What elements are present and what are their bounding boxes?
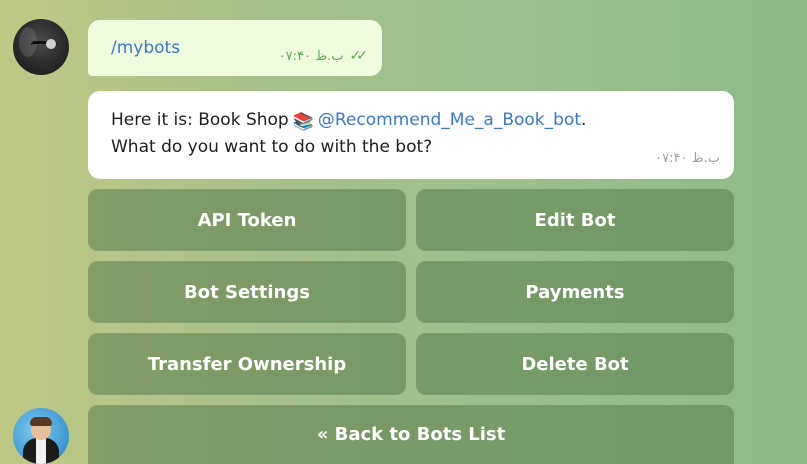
message-text-suffix: . (581, 110, 587, 130)
avatar-hair (30, 417, 52, 426)
edit-bot-button[interactable]: Edit Bot (416, 189, 734, 251)
message-time: ۰۷:۴۰ ب.ظ (655, 151, 720, 166)
command-text[interactable]: /mybots (111, 38, 180, 58)
payments-button[interactable]: Payments (416, 261, 734, 323)
delete-bot-button[interactable]: Delete Bot (416, 333, 734, 395)
message-meta: ۰۷:۴۰ ب.ظ ✓✓ (278, 48, 369, 64)
outgoing-message[interactable]: /mybots ۰۷:۴۰ ب.ظ ✓✓ (88, 20, 382, 76)
message-line-2: What do you want to do with the bot? (111, 137, 433, 157)
incoming-message[interactable]: Here it is: Book Shop 📚 @Recommend_Me_a_Bo… (88, 91, 734, 179)
message-text-prefix: Here it is: Book Shop (111, 110, 289, 130)
double-check-icon: ✓✓ (349, 48, 369, 64)
user-avatar[interactable] (13, 19, 69, 75)
avatar-lens (46, 39, 56, 49)
bot-settings-button[interactable]: Bot Settings (88, 261, 406, 323)
transfer-ownership-button[interactable]: Transfer Ownership (88, 333, 406, 395)
back-to-bots-list-button[interactable]: « Back to Bots List (88, 405, 734, 464)
bot-avatar[interactable] (13, 408, 69, 464)
api-token-button[interactable]: API Token (88, 189, 406, 251)
message-time: ۰۷:۴۰ ب.ظ (278, 48, 344, 64)
message-line-1: Here it is: Book Shop 📚 @Recommend_Me_a_Bo… (111, 108, 734, 135)
books-emoji-icon: 📚 (292, 112, 314, 132)
avatar-shirt (36, 439, 46, 464)
bot-mention-link[interactable]: @Recommend_Me_a_Book_bot (318, 110, 581, 130)
